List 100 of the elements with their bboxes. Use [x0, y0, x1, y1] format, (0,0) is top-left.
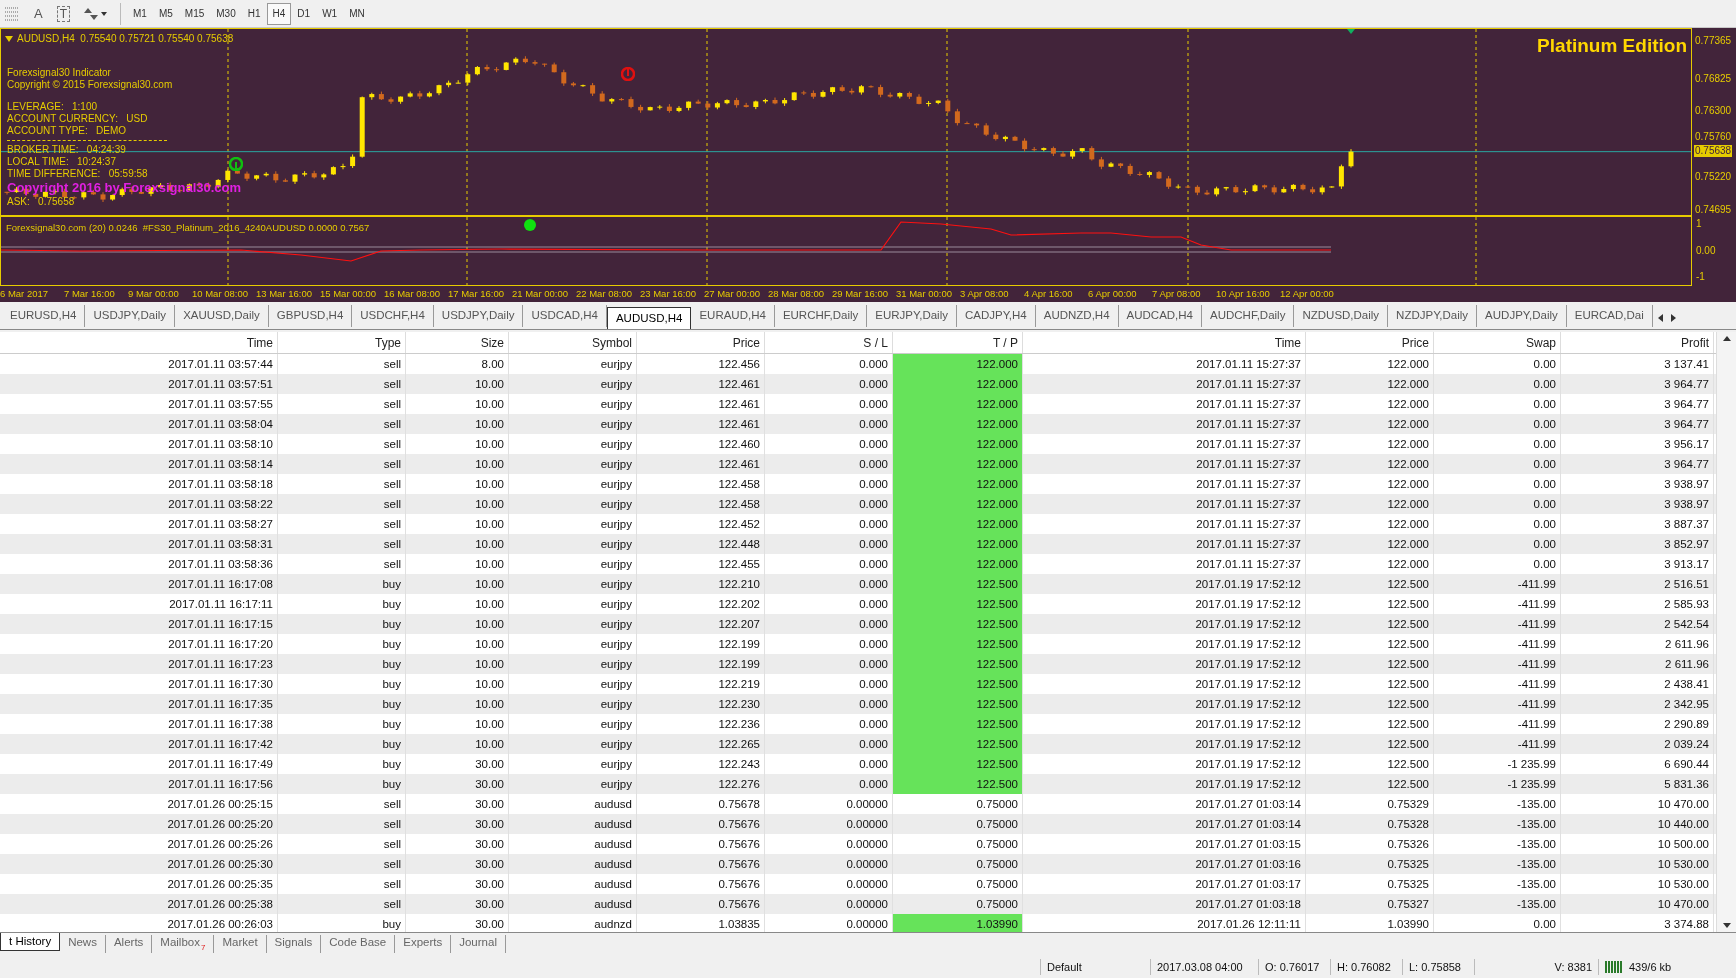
column-header[interactable]: Type — [278, 332, 406, 353]
scroll-left-icon[interactable] — [1656, 313, 1665, 323]
terminal-tab[interactable]: Market — [214, 935, 267, 953]
scrollbar[interactable] — [1716, 332, 1736, 932]
table-cell: 122.000 — [893, 454, 1023, 474]
chart-tab[interactable]: EURCAD,Dai — [1566, 305, 1653, 327]
table-cell: 122.500 — [893, 714, 1023, 734]
table-row[interactable]: 2017.01.11 03:57:51 sell 10.00 eurjpy 122.461 0.000 122.000 2017.01.11 15:27:37 122.000 0.00 3 964.77 — [0, 374, 1716, 394]
timeframe-button[interactable]: MN — [343, 2, 371, 25]
column-header[interactable]: Symbol — [509, 332, 637, 353]
table-row[interactable]: 2017.01.26 00:25:38 sell 30.00 audusd 0.75676 0.00000 0.75000 2017.01.27 01:03:18 0.75327 -135.00 10 470.00 — [0, 894, 1716, 914]
chart-tab[interactable]: AUDJPY,Daily — [1477, 305, 1567, 327]
table-cell: 1.03990 — [893, 914, 1023, 932]
table-cell: 122.500 — [893, 634, 1023, 654]
terminal-tab[interactable]: Signals — [266, 935, 322, 953]
timeframe-button[interactable]: M5 — [152, 2, 179, 25]
table-cell: 122.000 — [893, 554, 1023, 574]
info-text: ASK: 0.75658 — [7, 196, 75, 208]
column-header[interactable]: T / P — [893, 332, 1023, 353]
chart-tab[interactable]: EURCHF,Daily — [774, 305, 868, 327]
table-cell: 122.000 — [893, 354, 1023, 374]
timeframe-button[interactable]: D1 — [291, 2, 317, 25]
scroll-up-icon[interactable] — [1721, 334, 1732, 342]
chart-tab[interactable]: AUDNZD,H4 — [1035, 305, 1119, 327]
table-row[interactable]: 2017.01.11 16:17:15 buy 10.00 eurjpy 122.207 0.000 122.500 2017.01.19 17:52:12 122.500 -411.99 2 542.54 — [0, 614, 1716, 634]
terminal-tab[interactable]: Code Base — [321, 935, 396, 953]
time-axis-label: 29 Mar 16:00 — [832, 286, 889, 301]
chart-tab[interactable]: CADJPY,H4 — [956, 305, 1036, 327]
table-row[interactable]: 2017.01.11 16:17:42 buy 10.00 eurjpy 122.265 0.000 122.500 2017.01.19 17:52:12 122.500 -411.99 2 039.24 — [0, 734, 1716, 754]
time-axis-label: 7 Mar 16:00 — [64, 286, 116, 301]
status-low: L: 0.75858 — [1402, 958, 1474, 976]
scroll-down-icon[interactable] — [1721, 922, 1732, 930]
column-header[interactable]: Time — [1023, 332, 1306, 353]
signal-dot-icon — [524, 219, 536, 231]
time-axis-label: 17 Mar 16:00 — [448, 286, 505, 301]
table-cell: 122.500 — [893, 754, 1023, 774]
timeframe-button[interactable]: M30 — [210, 2, 242, 25]
terminal-tab[interactable]: Alerts — [105, 935, 153, 953]
column-header[interactable]: Swap — [1434, 332, 1561, 353]
time-axis-label: 22 Mar 08:00 — [576, 286, 633, 301]
table-row[interactable]: 2017.01.11 03:58:22 sell 10.00 eurjpy 122.458 0.000 122.000 2017.01.11 15:27:37 122.000 0.00 3 938.97 — [0, 494, 1716, 514]
table-row[interactable]: 2017.01.11 16:17:08 buy 10.00 eurjpy 122.210 0.000 122.500 2017.01.19 17:52:12 122.500 -411.99 2 516.51 — [0, 574, 1716, 594]
collapse-icon[interactable] — [5, 35, 13, 42]
chart-tab[interactable]: AUDCHF,Daily — [1202, 305, 1295, 327]
scroll-right-icon[interactable] — [1668, 313, 1677, 323]
terminal-tab[interactable]: News — [60, 935, 106, 953]
table-cell: 122.000 — [893, 374, 1023, 394]
column-header[interactable]: Price — [637, 332, 765, 353]
chart-tab[interactable]: USDJPY,Daily — [433, 305, 524, 327]
chart-tab[interactable]: NZDUSD,Daily — [1294, 305, 1389, 327]
terminal-tab[interactable]: Journal — [451, 935, 506, 953]
price-label: 0.77365 — [1694, 35, 1733, 47]
table-row[interactable]: 2017.01.11 16:17:35 buy 10.00 eurjpy 122.230 0.000 122.500 2017.01.19 17:52:12 122.500 -411.99 2 342.95 — [0, 694, 1716, 714]
chart-tab[interactable]: USDCAD,H4 — [523, 305, 607, 327]
table-cell: 122.500 — [893, 654, 1023, 674]
chart-tab[interactable]: GBPUSD,H4 — [268, 305, 353, 327]
info-text: Forexsignal30 Indicator — [7, 67, 111, 79]
table-cell: 122.500 — [893, 674, 1023, 694]
column-header[interactable]: S / L — [765, 332, 893, 353]
column-header[interactable]: Profit — [1561, 332, 1714, 353]
terminal-tab[interactable]: t History — [0, 933, 61, 951]
time-axis-label: 6 Apr 00:00 — [1088, 286, 1138, 301]
timeframe-button[interactable]: M15 — [178, 2, 211, 25]
time-axis-label: 21 Mar 00:00 — [512, 286, 569, 301]
chart-tab[interactable]: EURJPY,Daily — [867, 305, 957, 327]
table-row[interactable]: 2017.01.11 03:58:14 sell 10.00 eurjpy 122.461 0.000 122.000 2017.01.11 15:27:37 122.000 0.00 3 964.77 — [0, 454, 1716, 474]
indicator-axis-label: 1 — [1696, 218, 1702, 230]
table-row[interactable]: 2017.01.11 03:58:04 sell 10.00 eurjpy 122.461 0.000 122.000 2017.01.11 15:27:37 122.000 0.00 3 964.77 — [0, 414, 1716, 434]
timeframe-button[interactable]: H4 — [266, 2, 292, 25]
info-text: ACCOUNT CURRENCY: USD — [7, 113, 148, 125]
table-cell: 122.500 — [893, 694, 1023, 714]
timeframe-button[interactable]: H1 — [241, 2, 267, 25]
timeframe-button[interactable]: W1 — [316, 2, 344, 25]
table-row[interactable]: 2017.01.11 16:17:56 buy 30.00 eurjpy 122.276 0.000 122.500 2017.01.19 17:52:12 122.500 -1 235.99 5 831.36 — [0, 774, 1716, 794]
chart-tab[interactable]: USDCHF,H4 — [352, 305, 434, 327]
chart-tab[interactable]: XAUUSD,Daily — [175, 305, 269, 327]
chart-tab[interactable]: EURUSD,H4 — [2, 305, 86, 327]
time-axis-label: 23 Mar 16:00 — [640, 286, 697, 301]
column-header[interactable]: Price — [1306, 332, 1434, 353]
text-tool[interactable]: A — [34, 3, 43, 24]
chart-tab[interactable]: NZDJPY,Daily — [1388, 305, 1478, 327]
terminal-tab[interactable]: Experts — [395, 935, 452, 953]
table-row[interactable]: 2017.01.11 16:17:23 buy 10.00 eurjpy 122.199 0.000 122.500 2017.01.19 17:52:12 122.500 -411.99 2 611.96 — [0, 654, 1716, 674]
table-cell: 122.000 — [893, 494, 1023, 514]
chart-tab[interactable]: USDJPY,Daily — [85, 305, 176, 327]
column-header[interactable]: Time — [0, 332, 278, 353]
time-axis-label: 31 Mar 00:00 — [896, 286, 953, 301]
chart-tab[interactable]: EURAUD,H4 — [691, 305, 775, 327]
time-axis-label: 3 Apr 08:00 — [960, 286, 1010, 301]
text-label-tool[interactable]: T — [56, 5, 70, 22]
chart-tab[interactable]: AUDCAD,H4 — [1118, 305, 1203, 327]
status-datetime: 2017.03.08 04:00 — [1150, 958, 1258, 976]
chart-tab[interactable]: AUDUSD,H4 — [606, 307, 692, 329]
table-row[interactable]: 2017.01.26 00:25:20 sell 30.00 audusd 0.75676 0.00000 0.75000 2017.01.27 01:03:14 0.75328 -135.00 10 440.00 — [0, 814, 1716, 834]
timeframe-button[interactable]: M1 — [127, 2, 153, 25]
column-header[interactable]: Size — [406, 332, 509, 353]
table-row[interactable]: 2017.01.11 03:58:31 sell 10.00 eurjpy 122.448 0.000 122.000 2017.01.11 15:27:37 122.000 0.00 3 852.97 — [0, 534, 1716, 554]
arrows-dropdown-icon[interactable] — [82, 6, 108, 21]
time-axis-label: 4 Apr 16:00 — [1024, 286, 1074, 301]
table-row[interactable]: 2017.01.26 00:25:30 sell 30.00 audusd 0.75676 0.00000 0.75000 2017.01.27 01:03:16 0.75325 -135.00 10 530.00 — [0, 854, 1716, 874]
